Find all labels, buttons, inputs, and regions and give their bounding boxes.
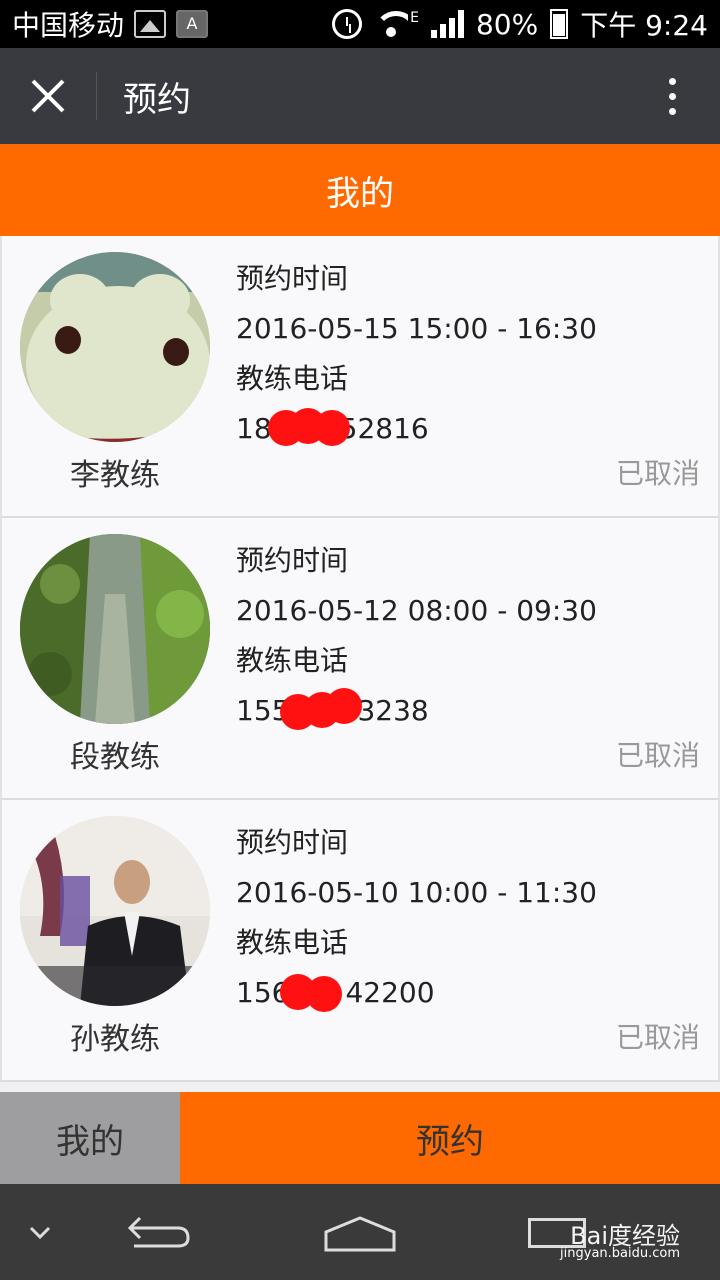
coach-name: 孙教练 [70,1022,160,1057]
app-notification-icon: A [176,10,209,38]
appointment-card[interactable]: 段教练 预约时间 2016-05-12 08:00 - 09:30 教练电话 1… [0,518,720,800]
coach-phone: 156 42200 [236,968,597,1018]
coach-avatar [20,816,210,1006]
more-dot-icon [668,107,676,115]
phone-label: 教练电话 [236,926,349,959]
more-dot-icon [668,92,676,100]
wifi-icon [374,11,409,37]
phone-label: 教练电话 [236,644,349,677]
close-button[interactable] [0,48,96,144]
home-icon[interactable] [322,1214,398,1254]
appointment-info: 预约时间 2016-05-10 10:00 - 11:30 教练电话 156 42… [236,818,597,1018]
page-title: 预约 [123,79,191,120]
status-bar: 中国移动 A E 80% 下午 9:24 [0,0,720,48]
more-options-button[interactable] [624,48,720,144]
coach-phone: 18 52816 [236,404,597,454]
appointment-time: 2016-05-12 08:00 - 09:30 [236,594,597,627]
alarm-icon [332,9,363,39]
time-label: 预约时间 [236,826,349,859]
system-nav-bar: Bai度经验 jingyan.baidu.com [0,1184,720,1280]
status-badge: 已取消 [615,739,700,772]
phone-suffix: 3238 [357,694,429,727]
phone-suffix: 52816 [339,412,429,445]
chevron-down-icon[interactable] [0,1217,80,1247]
close-icon [31,79,65,113]
phone-suffix: 42200 [345,976,435,1009]
title-divider [96,72,97,120]
appointment-info: 预约时间 2016-05-12 08:00 - 09:30 教练电话 155 32… [236,536,597,736]
coach-avatar [20,252,210,442]
battery-percent: 80% [475,7,539,41]
appointment-time: 2016-05-10 10:00 - 11:30 [236,876,597,909]
status-badge: 已取消 [615,457,700,490]
bottom-tab-bar: 我的 预约 [0,1092,720,1184]
time-label: 预约时间 [236,544,349,577]
coach-portrait-image [20,816,210,1006]
gorge-landscape-image [20,534,210,724]
coach-avatar [20,534,210,724]
carrier-label: 中国移动 [12,9,125,42]
appointment-card[interactable]: 李教练 预约时间 2016-05-15 15:00 - 16:30 教练电话 1… [0,236,720,518]
appointment-list: 李教练 预约时间 2016-05-15 15:00 - 16:30 教练电话 1… [0,236,720,1082]
coach-name: 段教练 [70,740,160,775]
back-icon[interactable] [126,1214,192,1250]
status-badge: 已取消 [615,1021,700,1054]
battery-icon [550,9,569,39]
image-notification-icon [134,10,167,38]
appointment-time: 2016-05-15 15:00 - 16:30 [236,312,597,345]
more-dot-icon [668,77,676,85]
phone-redaction [280,974,344,1012]
tab-book[interactable]: 预约 [180,1092,720,1184]
clock: 下午 9:24 [580,9,708,42]
baidu-watermark-url: jingyan.baidu.com [560,1246,680,1261]
section-header: 我的 [0,144,720,236]
appointment-info: 预约时间 2016-05-15 15:00 - 16:30 教练电话 18 528… [236,254,597,454]
title-bar: 预约 [0,48,720,144]
time-label: 预约时间 [236,262,349,295]
signal-icon [430,10,464,38]
appointment-card[interactable]: 孙教练 预约时间 2016-05-10 10:00 - 11:30 教练电话 1… [0,800,720,1082]
phone-redaction [280,688,362,730]
phone-redaction [268,408,350,446]
phone-prefix: 18 [236,412,272,445]
tab-mine[interactable]: 我的 [0,1092,180,1184]
coach-name: 李教练 [70,458,160,493]
frog-bun-image [20,252,210,442]
phone-label: 教练电话 [236,362,349,395]
network-type-label: E [410,10,419,26]
coach-phone: 155 3238 [236,686,597,736]
